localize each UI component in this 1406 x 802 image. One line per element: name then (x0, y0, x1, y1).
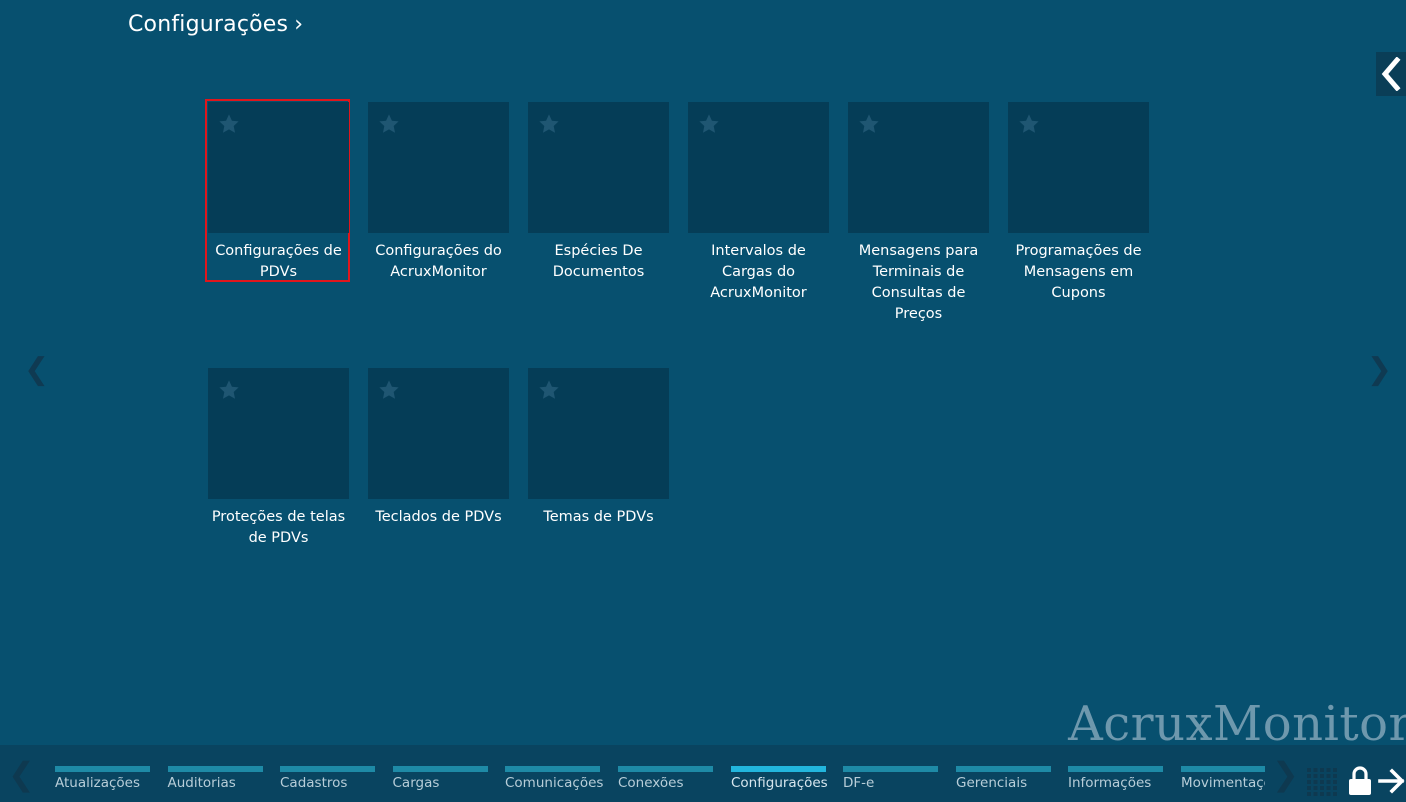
tile-intervalos-de-cargas[interactable]: Intervalos de Cargas do AcruxMonitor (688, 102, 829, 304)
favorite-star-icon[interactable] (377, 379, 401, 401)
tab-indicator (731, 766, 826, 772)
tab-indicator (618, 766, 713, 772)
favorite-star-icon[interactable] (697, 113, 721, 135)
category-tabs: Atualizações Auditorias Cadastros Cargas… (55, 745, 1265, 802)
tabs-scroll-left-icon[interactable]: ❮ (8, 755, 35, 793)
tab-movimentacoes[interactable]: Movimentações (1181, 745, 1265, 802)
tab-conexoes[interactable]: Conexões (618, 745, 713, 802)
tile-temas-de-pdvs[interactable]: Temas de PDVs (528, 368, 669, 528)
tab-indicator (1068, 766, 1163, 772)
tab-gerenciais[interactable]: Gerenciais (956, 745, 1051, 802)
tile-configuracoes-do-acruxmonitor[interactable]: Configurações do AcruxMonitor (368, 102, 509, 283)
favorite-star-icon[interactable] (537, 113, 561, 135)
favorite-star-icon[interactable] (217, 379, 241, 401)
tab-label[interactable]: Auditorias (168, 775, 236, 791)
tile-label[interactable]: Programações de Mensagens em Cupons (1008, 241, 1149, 304)
tab-cadastros[interactable]: Cadastros (280, 745, 375, 802)
favorite-star-icon[interactable] (377, 113, 401, 135)
next-page-icon[interactable]: ❯ (1367, 352, 1392, 387)
chevron-left-icon (1381, 57, 1401, 91)
tile-label[interactable]: Mensagens para Terminais de Consultas de… (848, 241, 989, 325)
tile-label[interactable]: Intervalos de Cargas do AcruxMonitor (688, 241, 829, 304)
tile-label[interactable]: Espécies De Documentos (528, 241, 669, 283)
tab-label[interactable]: Gerenciais (956, 775, 1027, 791)
tab-atualizacoes[interactable]: Atualizações (55, 745, 150, 802)
tab-indicator (1181, 766, 1265, 772)
tab-label[interactable]: Conexões (618, 775, 683, 791)
tile-label[interactable]: Temas de PDVs (528, 507, 669, 528)
tab-label[interactable]: Configurações (731, 775, 828, 791)
tab-indicator (956, 766, 1051, 772)
side-panel-toggle-button[interactable] (1376, 52, 1406, 96)
tile-mensagens-para-terminais[interactable]: Mensagens para Terminais de Consultas de… (848, 102, 989, 325)
lock-icon[interactable] (1348, 766, 1372, 796)
grid-icon[interactable] (1307, 768, 1337, 796)
favorite-star-icon[interactable] (857, 113, 881, 135)
tab-informacoes[interactable]: Informações (1068, 745, 1163, 802)
tab-indicator (167, 766, 263, 772)
tab-indicator (280, 766, 375, 772)
tile-box[interactable] (208, 368, 349, 499)
page-title: Configurações (128, 12, 289, 37)
tile-protecoes-de-telas[interactable]: Proteções de telas de PDVs (208, 368, 349, 549)
tab-label[interactable]: Cargas (393, 775, 440, 791)
tab-indicator (392, 766, 488, 772)
tile-box[interactable] (368, 102, 509, 233)
tab-indicator (843, 766, 938, 772)
favorite-star-icon[interactable] (537, 379, 561, 401)
breadcrumb: Configurações › (128, 12, 303, 37)
tile-box[interactable] (208, 102, 349, 233)
tab-indicator (55, 766, 150, 772)
tile-especies-de-documentos[interactable]: Espécies De Documentos (528, 102, 669, 283)
tile-configuracoes-de-pdvs[interactable]: Configurações de PDVs (205, 99, 350, 283)
tile-teclados-de-pdvs[interactable]: Teclados de PDVs (368, 368, 509, 528)
tabs-scroll-right-icon[interactable]: ❯ (1272, 755, 1299, 793)
tile-label[interactable]: Teclados de PDVs (368, 507, 509, 528)
tab-indicator (505, 766, 600, 772)
tab-label[interactable]: Cadastros (280, 775, 347, 791)
tab-configuracoes[interactable]: Configurações (731, 745, 828, 802)
tile-box[interactable] (1008, 102, 1149, 233)
breadcrumb-chevron-icon[interactable]: › (294, 12, 303, 37)
tab-df-e[interactable]: DF-e (843, 745, 938, 802)
tile-box[interactable] (368, 368, 509, 499)
tile-box[interactable] (688, 102, 829, 233)
tab-label[interactable]: Comunicações (505, 775, 603, 791)
tile-box[interactable] (528, 368, 669, 499)
tab-label[interactable]: DF-e (843, 775, 874, 791)
tab-comunicacoes[interactable]: Comunicações (505, 745, 603, 802)
favorite-star-icon[interactable] (1017, 113, 1041, 135)
logout-arrow-icon[interactable] (1378, 768, 1406, 794)
tab-label[interactable]: Atualizações (55, 775, 140, 791)
tab-auditorias[interactable]: Auditorias (167, 745, 263, 802)
brand-logo: AcruxMonitor (1068, 696, 1406, 752)
tab-label[interactable]: Informações (1068, 775, 1151, 791)
tab-label[interactable]: Movimentações (1181, 775, 1265, 791)
favorite-star-icon[interactable] (217, 113, 241, 135)
tile-box[interactable] (528, 102, 669, 233)
tile-label[interactable]: Proteções de telas de PDVs (208, 507, 349, 549)
bottom-navigation-bar: ❮ Atualizações Auditorias Cadastros Carg… (0, 745, 1406, 802)
tile-programacoes-de-mensagens[interactable]: Programações de Mensagens em Cupons (1008, 102, 1149, 304)
tile-box[interactable] (848, 102, 989, 233)
tab-cargas[interactable]: Cargas (392, 745, 488, 802)
tile-label[interactable]: Configurações do AcruxMonitor (368, 241, 509, 283)
previous-page-icon[interactable]: ❮ (24, 352, 49, 387)
